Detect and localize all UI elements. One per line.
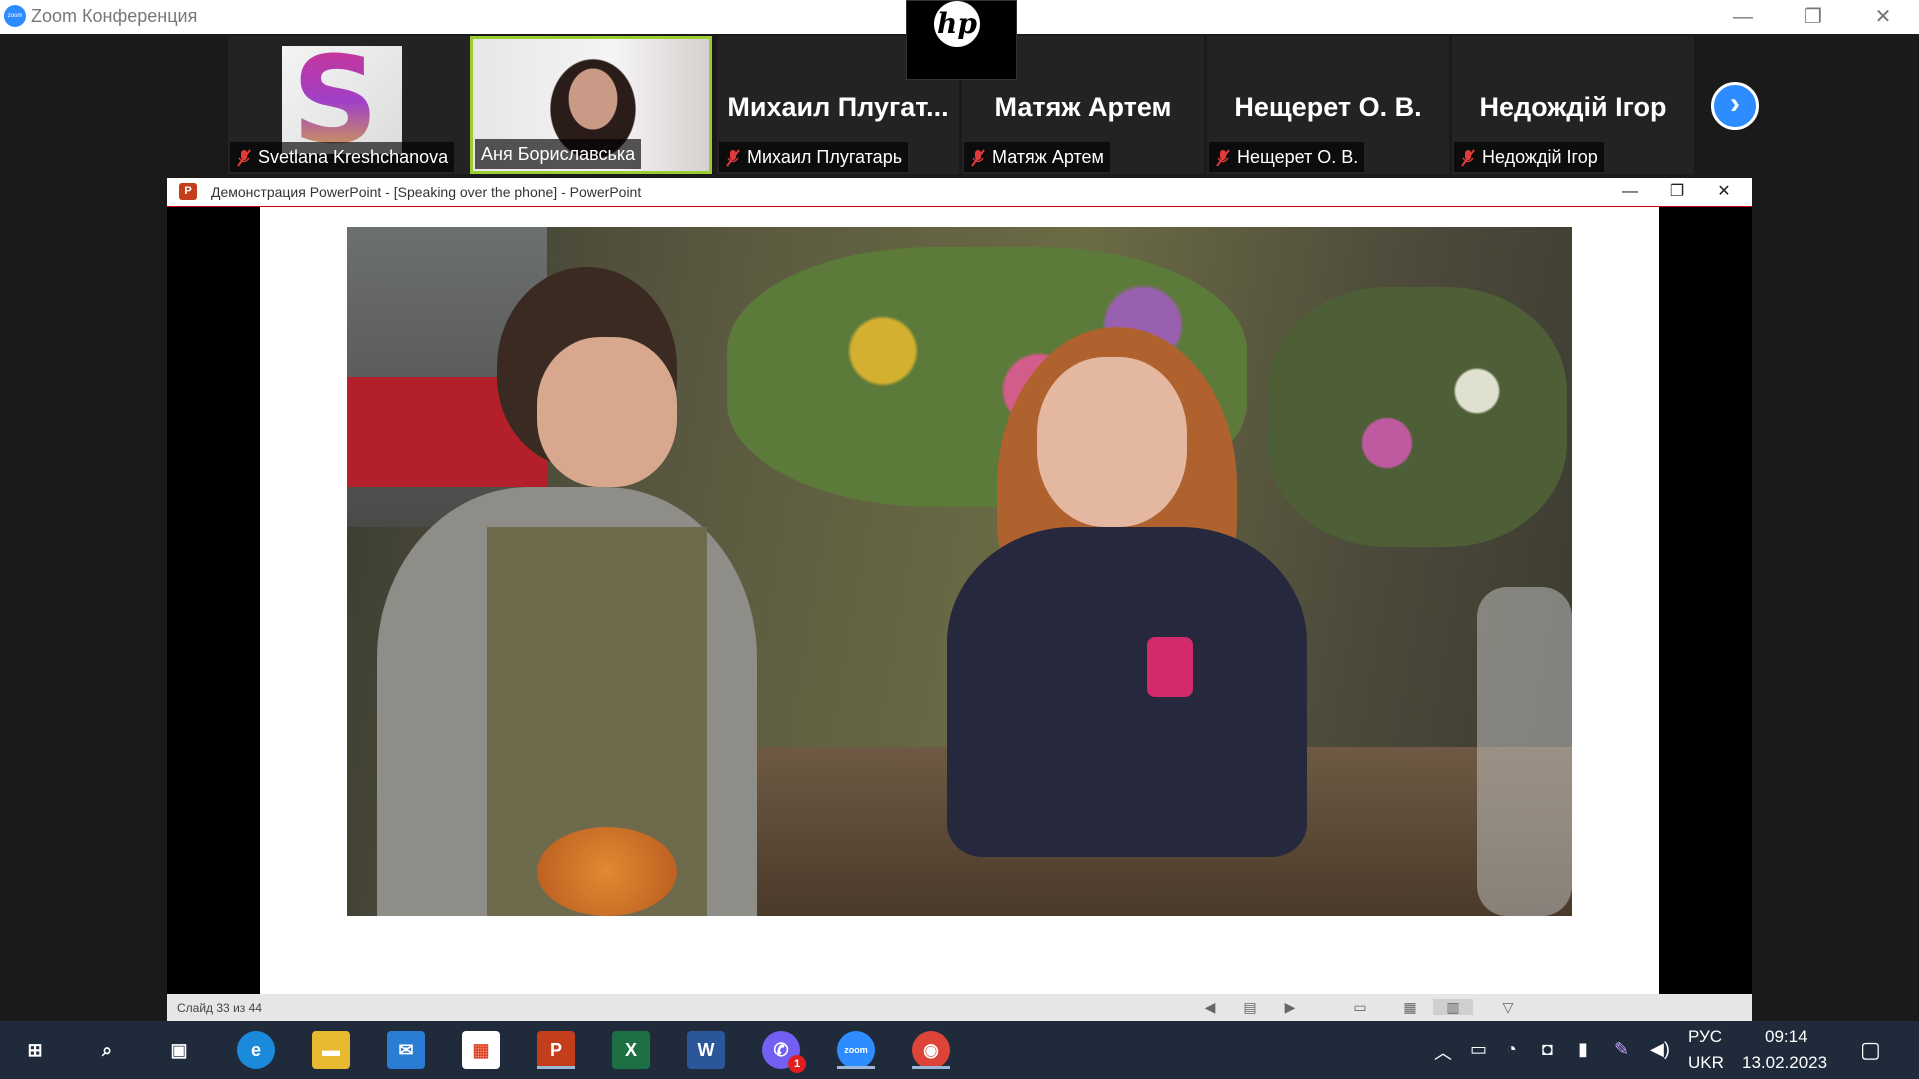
- participant-name-label: Нещерет О. В.: [1209, 142, 1365, 172]
- clock-time[interactable]: 09:14: [1765, 1027, 1808, 1047]
- store-icon[interactable]: ▦: [462, 1031, 500, 1069]
- video-person-face: [1037, 357, 1187, 527]
- close-button[interactable]: ✕: [1853, 2, 1913, 32]
- file-explorer-icon[interactable]: ▬: [312, 1031, 350, 1069]
- reading-view-icon[interactable]: ▥: [1433, 999, 1473, 1015]
- hp-logo-icon: hp: [934, 1, 980, 47]
- mic-muted-icon: [726, 149, 740, 167]
- mic-muted-icon: [1216, 149, 1230, 167]
- language-secondary[interactable]: UKR: [1688, 1053, 1724, 1073]
- mic-muted-icon: [237, 149, 251, 167]
- video-flowers: [1267, 287, 1567, 547]
- restore-button[interactable]: ❐: [1783, 2, 1843, 32]
- normal-view-icon[interactable]: ▭: [1351, 999, 1369, 1015]
- edge-icon[interactable]: e: [237, 1031, 275, 1069]
- participant-tile-active[interactable]: Аня Бориславська: [470, 36, 712, 174]
- microphone-icon[interactable]: ▮: [1578, 1039, 1588, 1060]
- battery-icon[interactable]: ▭: [1470, 1039, 1487, 1060]
- slide-menu-icon[interactable]: ▤: [1241, 999, 1259, 1015]
- participant-tile[interactable]: S Svetlana Kreshchanova: [228, 36, 470, 174]
- pen-icon[interactable]: ✎: [1614, 1039, 1629, 1060]
- video-vase: [1477, 587, 1572, 916]
- minimize-button[interactable]: —: [1713, 2, 1773, 32]
- active-indicator: [837, 1066, 875, 1069]
- taskbar: ⊞ ⌕ ▣ e ▬ ✉ ▦ P X W ✆ 1 zoom ◉ ︿ ▭ ◔ ◘ ▮…: [0, 1021, 1919, 1079]
- viber-icon[interactable]: ✆ 1: [762, 1031, 806, 1073]
- wifi-icon[interactable]: ◔: [1506, 1039, 1517, 1060]
- task-view-icon[interactable]: ▣: [160, 1031, 198, 1069]
- chrome-icon[interactable]: ◉: [912, 1031, 950, 1069]
- mail-icon[interactable]: ✉: [387, 1031, 425, 1069]
- powerpoint-icon: P: [179, 183, 197, 200]
- video-phone: [1147, 637, 1193, 697]
- mic-muted-icon: [971, 149, 985, 167]
- next-page-button[interactable]: ›: [1711, 82, 1759, 130]
- mic-muted-icon: [1461, 149, 1475, 167]
- participant-name-label: Svetlana Kreshchanova: [230, 142, 455, 172]
- participant-name-label: Михаил Плугатарь: [719, 142, 909, 172]
- slideshow-icon[interactable]: ▽: [1499, 999, 1517, 1015]
- participant-display-name: Недождій Ігор: [1479, 92, 1667, 122]
- previous-slide-icon[interactable]: ◀: [1201, 999, 1219, 1015]
- video-person-face: [537, 337, 677, 487]
- video-roses: [537, 827, 677, 916]
- window-title: Zoom Конференция: [31, 6, 198, 26]
- slide: [260, 207, 1659, 994]
- video-person-body: [947, 527, 1307, 857]
- slide-video[interactable]: [347, 227, 1572, 916]
- participant-name-label: Матяж Артем: [964, 142, 1110, 172]
- hp-logo-tile: hp: [906, 0, 1017, 80]
- zoom-logo-icon: zoom: [4, 5, 26, 27]
- powerpoint-title: Демонстрация PowerPoint - [Speaking over…: [211, 184, 642, 200]
- ppt-minimize-button[interactable]: —: [1607, 178, 1653, 206]
- camera-icon[interactable]: ◘: [1542, 1039, 1553, 1060]
- participant-tile[interactable]: Нещерет О. В. Нещерет О. В.: [1207, 36, 1449, 174]
- next-slide-icon[interactable]: ▶: [1281, 999, 1299, 1015]
- participant-display-name: Михаил Плугат...: [727, 92, 949, 122]
- notifications-icon[interactable]: ▢: [1860, 1037, 1881, 1063]
- slide-sorter-icon[interactable]: ▦: [1401, 999, 1419, 1015]
- participant-tile[interactable]: Недождій Ігор Недождій Ігор: [1452, 36, 1694, 174]
- powerpoint-titlebar: P Демонстрация PowerPoint - [Speaking ov…: [167, 178, 1752, 207]
- powerpoint-window: P Демонстрация PowerPoint - [Speaking ov…: [167, 178, 1752, 1021]
- notification-badge: 1: [788, 1055, 806, 1073]
- slide-counter: Слайд 33 из 44: [177, 1001, 262, 1015]
- participant-display-name: Матяж Артем: [994, 92, 1172, 122]
- participant-name-label: Аня Бориславська: [475, 139, 642, 169]
- avatar: S: [282, 36, 402, 171]
- ppt-close-button[interactable]: ✕: [1701, 178, 1747, 206]
- word-icon[interactable]: W: [687, 1031, 725, 1069]
- windows-start-icon[interactable]: ⊞: [16, 1031, 54, 1069]
- ppt-restore-button[interactable]: ❐: [1654, 178, 1700, 206]
- tray-expand-icon[interactable]: ︿: [1434, 1039, 1452, 1065]
- excel-icon[interactable]: X: [612, 1031, 650, 1069]
- participant-display-name: Нещерет О. В.: [1234, 92, 1422, 122]
- zoom-icon[interactable]: zoom: [837, 1031, 875, 1069]
- language-primary[interactable]: РУС: [1688, 1027, 1722, 1047]
- volume-icon[interactable]: ◀): [1650, 1039, 1670, 1060]
- active-indicator: [537, 1066, 575, 1069]
- participant-name-label: Недождій Ігор: [1454, 142, 1604, 172]
- powerpoint-statusbar: Слайд 33 из 44 ◀ ▤ ▶ ▭ ▦ ▥ ▽: [167, 994, 1752, 1021]
- active-indicator: [912, 1066, 950, 1069]
- powerpoint-icon[interactable]: P: [537, 1031, 575, 1069]
- clock-date[interactable]: 13.02.2023: [1742, 1053, 1827, 1073]
- search-icon[interactable]: ⌕: [88, 1031, 126, 1069]
